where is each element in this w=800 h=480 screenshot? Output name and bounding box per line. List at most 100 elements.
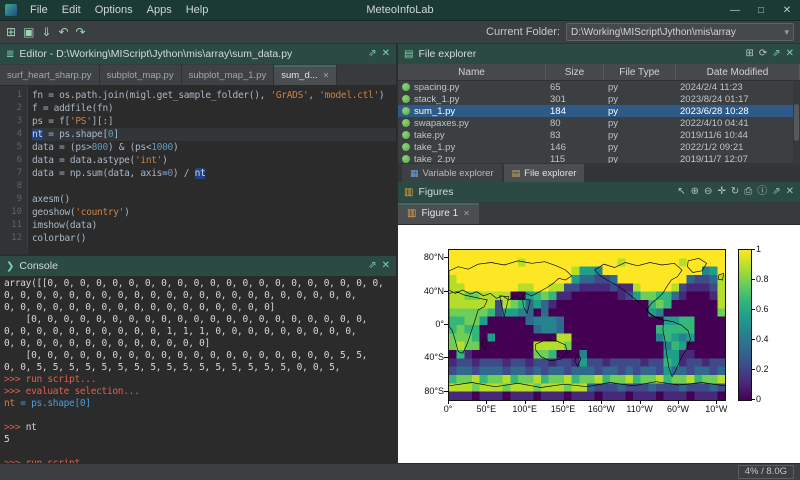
console-line: [0, 0, 0, 0, 0, 0, 0, 0, 0, 0, 0, 0, 0, …: [4, 314, 392, 326]
code-line: data = data.astype('int'): [32, 154, 396, 167]
new-file-icon[interactable]: ⊞: [745, 45, 753, 63]
table-row[interactable]: stack_1.py301py2023/8/24 01:17: [398, 93, 800, 105]
tab-variable-explorer[interactable]: ▦Variable explorer: [402, 164, 502, 182]
console-output[interactable]: array([[0, 0, 0, 0, 0, 0, 0, 0, 0, 0, 0,…: [0, 276, 396, 463]
column-header[interactable]: Name: [398, 64, 546, 80]
float-icon[interactable]: ⇗: [368, 45, 376, 63]
menu-item-help[interactable]: Help: [179, 1, 216, 20]
print-icon[interactable]: ⎙: [744, 183, 752, 201]
colorbar-tick-label: 0.8: [756, 274, 769, 284]
file-size: 80: [546, 118, 604, 129]
file-size: 65: [546, 82, 604, 93]
scrollbar-thumb[interactable]: [794, 104, 799, 141]
menu-item-edit[interactable]: Edit: [55, 1, 88, 20]
save-icon[interactable]: ⇓: [41, 22, 51, 42]
x-tick-label: 10°W: [705, 404, 727, 414]
python-file-icon: [402, 155, 410, 163]
explorer-tabs: ▦Variable explorer▤File explorer: [398, 163, 800, 182]
code-line: geoshow('country'): [32, 206, 396, 219]
status-bar: 4% / 8.0G: [0, 463, 800, 480]
table-row[interactable]: take_2.py115py2019/11/7 12:07: [398, 153, 800, 163]
editor-code: fn = os.path.join(migl.get_sample_folder…: [28, 86, 396, 254]
x-tick-label: 60°W: [667, 404, 689, 414]
table-row[interactable]: take.py83py2019/11/6 10:44: [398, 129, 800, 141]
toolbar-icons: ⊞ ▣ ⇓ ↶ ↷: [6, 22, 86, 42]
editor-tab[interactable]: surf_heart_sharp.py: [0, 65, 100, 85]
file-list-scrollbar[interactable]: [793, 81, 800, 163]
table-row[interactable]: sum_1.py184py2023/6/28 10:28: [398, 105, 800, 117]
info-icon[interactable]: ⓘ: [757, 183, 767, 201]
file-name: take_2.py: [414, 154, 455, 164]
close-icon[interactable]: ✕: [463, 209, 470, 218]
tab-file-explorer[interactable]: ▤File explorer: [504, 164, 585, 182]
table-row[interactable]: swapaxes.py80py2022/4/10 04:41: [398, 117, 800, 129]
rotate-icon[interactable]: ↻: [731, 183, 739, 201]
pan-icon[interactable]: ✛: [717, 183, 725, 201]
colorbar-tick-label: 0: [756, 394, 761, 404]
editor-header-icons: ⇗✕: [368, 45, 390, 63]
colorbar-tick-label: 0.6: [756, 304, 769, 314]
tab-label: surf_heart_sharp.py: [7, 70, 92, 81]
menu-item-file[interactable]: File: [23, 1, 55, 20]
select-arrow-icon[interactable]: ↖: [677, 183, 685, 201]
console-header: ❯ Console ⇗✕: [0, 256, 396, 276]
close-icon[interactable]: ✕: [786, 45, 794, 63]
undo-icon[interactable]: ↶: [58, 22, 68, 42]
file-type: py: [604, 82, 676, 93]
x-tick-label: 110°W: [626, 404, 652, 414]
file-modified: 2022/4/10 04:41: [676, 118, 800, 129]
table-row[interactable]: take_1.py146py2022/1/2 09:21: [398, 141, 800, 153]
float-icon[interactable]: ⇗: [368, 257, 376, 275]
close-icon[interactable]: ✕: [323, 71, 330, 80]
refresh-icon[interactable]: ⟳: [759, 45, 767, 63]
editor-panel: ≣ Editor - D:\Working\MIScript\Jython\mi…: [0, 44, 396, 254]
y-tick-label: 40°N: [402, 286, 444, 296]
table-row[interactable]: spacing.py65py2024/2/4 11:23: [398, 81, 800, 93]
figure-icon: ▥: [407, 208, 416, 219]
open-file-icon[interactable]: ▣: [23, 22, 34, 42]
figure-tab[interactable]: ▥ Figure 1 ✕: [398, 203, 479, 224]
close-icon[interactable]: ✕: [382, 45, 390, 63]
minimize-button[interactable]: —: [722, 1, 748, 20]
tab-label: sum_d...: [281, 70, 317, 81]
figures-header: ▥ Figures ↖⊕⊖✛↻⎙ⓘ⇗✕: [398, 182, 800, 202]
column-header[interactable]: File Type: [604, 64, 676, 80]
colorbar-tick-label: 0.4: [756, 334, 769, 344]
maximize-button[interactable]: □: [748, 1, 774, 20]
figures-toolbar-icons: ↖ ⊕ ⊖ ✛ ↻ ⎙ ⓘ ⇗ ✕: [677, 183, 794, 201]
file-modified: 2019/11/7 12:07: [676, 154, 800, 164]
close-icon[interactable]: ✕: [382, 257, 390, 275]
editor-tabbar: surf_heart_sharp.py subplot_map.pysubplot…: [0, 64, 396, 86]
float-icon[interactable]: ⇗: [772, 45, 780, 63]
close-button[interactable]: ✕: [774, 1, 800, 20]
menu-bar: FileEditOptionsAppsHelp MeteoInfoLab —□✕: [0, 0, 800, 21]
close-icon[interactable]: ✕: [786, 183, 794, 201]
zoom-in-icon[interactable]: ⊕: [691, 183, 699, 201]
file-modified: 2022/1/2 09:21: [676, 142, 800, 153]
current-folder-path: D:\Working\MIScript\Jython\mis\array: [571, 27, 780, 38]
column-header[interactable]: Size: [546, 64, 604, 80]
python-file-icon: [402, 95, 410, 103]
chevron-down-icon[interactable]: ▾: [784, 27, 789, 38]
file-name-cell: spacing.py: [398, 82, 546, 93]
float-icon[interactable]: ⇗: [772, 183, 780, 201]
current-folder-combobox[interactable]: D:\Working\MIScript\Jython\mis\array ▾: [566, 23, 794, 41]
file-explorer-title: File explorer: [418, 48, 476, 60]
file-name: take_1.py: [414, 142, 455, 153]
redo-icon[interactable]: ↷: [76, 22, 86, 42]
code-line: nt = ps.shape[0]: [32, 128, 396, 141]
menu-item-options[interactable]: Options: [88, 1, 140, 20]
x-tick-label: 0°: [444, 404, 453, 414]
new-script-icon[interactable]: ⊞: [6, 22, 16, 42]
column-header[interactable]: Date Modified: [676, 64, 800, 80]
tab-label: Figure 1: [421, 208, 458, 219]
code-editor[interactable]: 123456789101112 fn = os.path.join(migl.g…: [0, 86, 396, 254]
file-name: stack_1.py: [414, 94, 459, 105]
file-name-cell: take_2.py: [398, 154, 546, 164]
editor-tab[interactable]: sum_d... ✕: [274, 65, 337, 85]
editor-tab[interactable]: subplot_map_1.py: [182, 65, 275, 85]
editor-tab[interactable]: subplot_map.py: [100, 65, 182, 85]
menu-item-apps[interactable]: Apps: [140, 1, 179, 20]
zoom-out-icon[interactable]: ⊖: [704, 183, 712, 201]
figures-title: Figures: [418, 186, 453, 198]
